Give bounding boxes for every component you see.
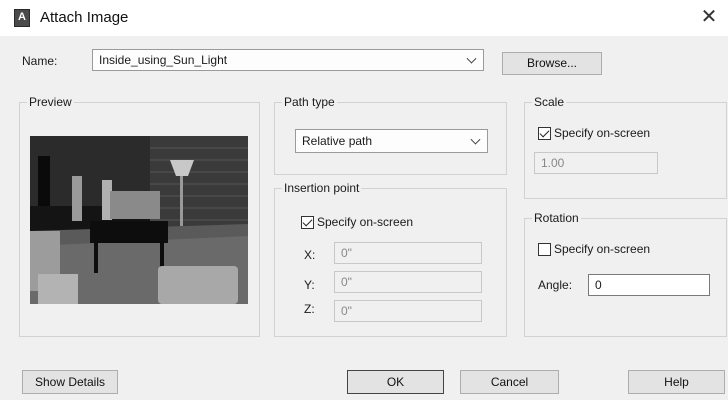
y-field[interactable]: 0" [334, 271, 482, 293]
app-icon [14, 9, 30, 27]
preview-image [30, 136, 248, 304]
checkbox-unchecked-icon[interactable] [538, 242, 551, 256]
preview-title: Preview [27, 95, 74, 109]
angle-field[interactable]: 0 [588, 274, 710, 296]
help-button[interactable]: Help [628, 370, 725, 394]
scale-specify-checkbox[interactable]: Specify on-screen [538, 126, 650, 140]
scale-specify-label: Specify on-screen [554, 126, 651, 140]
rotation-title: Rotation [532, 211, 581, 225]
scale-field[interactable]: 1.00 [534, 152, 658, 174]
close-icon[interactable]: ✕ [698, 6, 720, 28]
show-details-button[interactable]: Show Details [22, 370, 118, 394]
checkbox-checked-icon[interactable] [538, 126, 551, 140]
dialog-title: Attach Image [40, 9, 129, 26]
z-field[interactable]: 0" [334, 300, 482, 322]
cancel-button[interactable]: Cancel [460, 370, 559, 394]
x-label: X: [304, 248, 316, 262]
checkbox-checked-icon[interactable] [301, 215, 314, 229]
path-type-title: Path type [282, 95, 337, 109]
attach-image-dialog: Attach Image ✕ Name: Inside_using_Sun_Li… [0, 0, 728, 400]
x-field[interactable]: 0" [334, 242, 482, 264]
scale-group: Scale [524, 95, 727, 199]
name-value: Inside_using_Sun_Light [99, 53, 228, 67]
rotation-specify-label: Specify on-screen [554, 242, 651, 256]
render-scene-image [30, 136, 248, 304]
z-label: Z: [304, 302, 315, 316]
scale-title: Scale [532, 95, 567, 109]
ok-button[interactable]: OK [347, 370, 444, 394]
chevron-down-icon [466, 53, 477, 64]
browse-button[interactable]: Browse... [502, 52, 602, 75]
path-type-dropdown[interactable]: Relative path [295, 129, 488, 153]
insertion-specify-label: Specify on-screen [317, 215, 414, 229]
path-type-value: Relative path [302, 134, 373, 148]
rotation-specify-checkbox[interactable]: Specify on-screen [538, 242, 650, 256]
title-bar: Attach Image ✕ [0, 0, 728, 36]
insertion-point-title: Insertion point [282, 181, 362, 195]
name-label: Name: [22, 54, 58, 68]
y-label: Y: [304, 278, 315, 292]
chevron-down-icon [470, 134, 481, 145]
angle-label: Angle: [538, 278, 573, 292]
insertion-specify-checkbox[interactable]: Specify on-screen [301, 215, 413, 229]
name-dropdown[interactable]: Inside_using_Sun_Light [92, 49, 484, 71]
